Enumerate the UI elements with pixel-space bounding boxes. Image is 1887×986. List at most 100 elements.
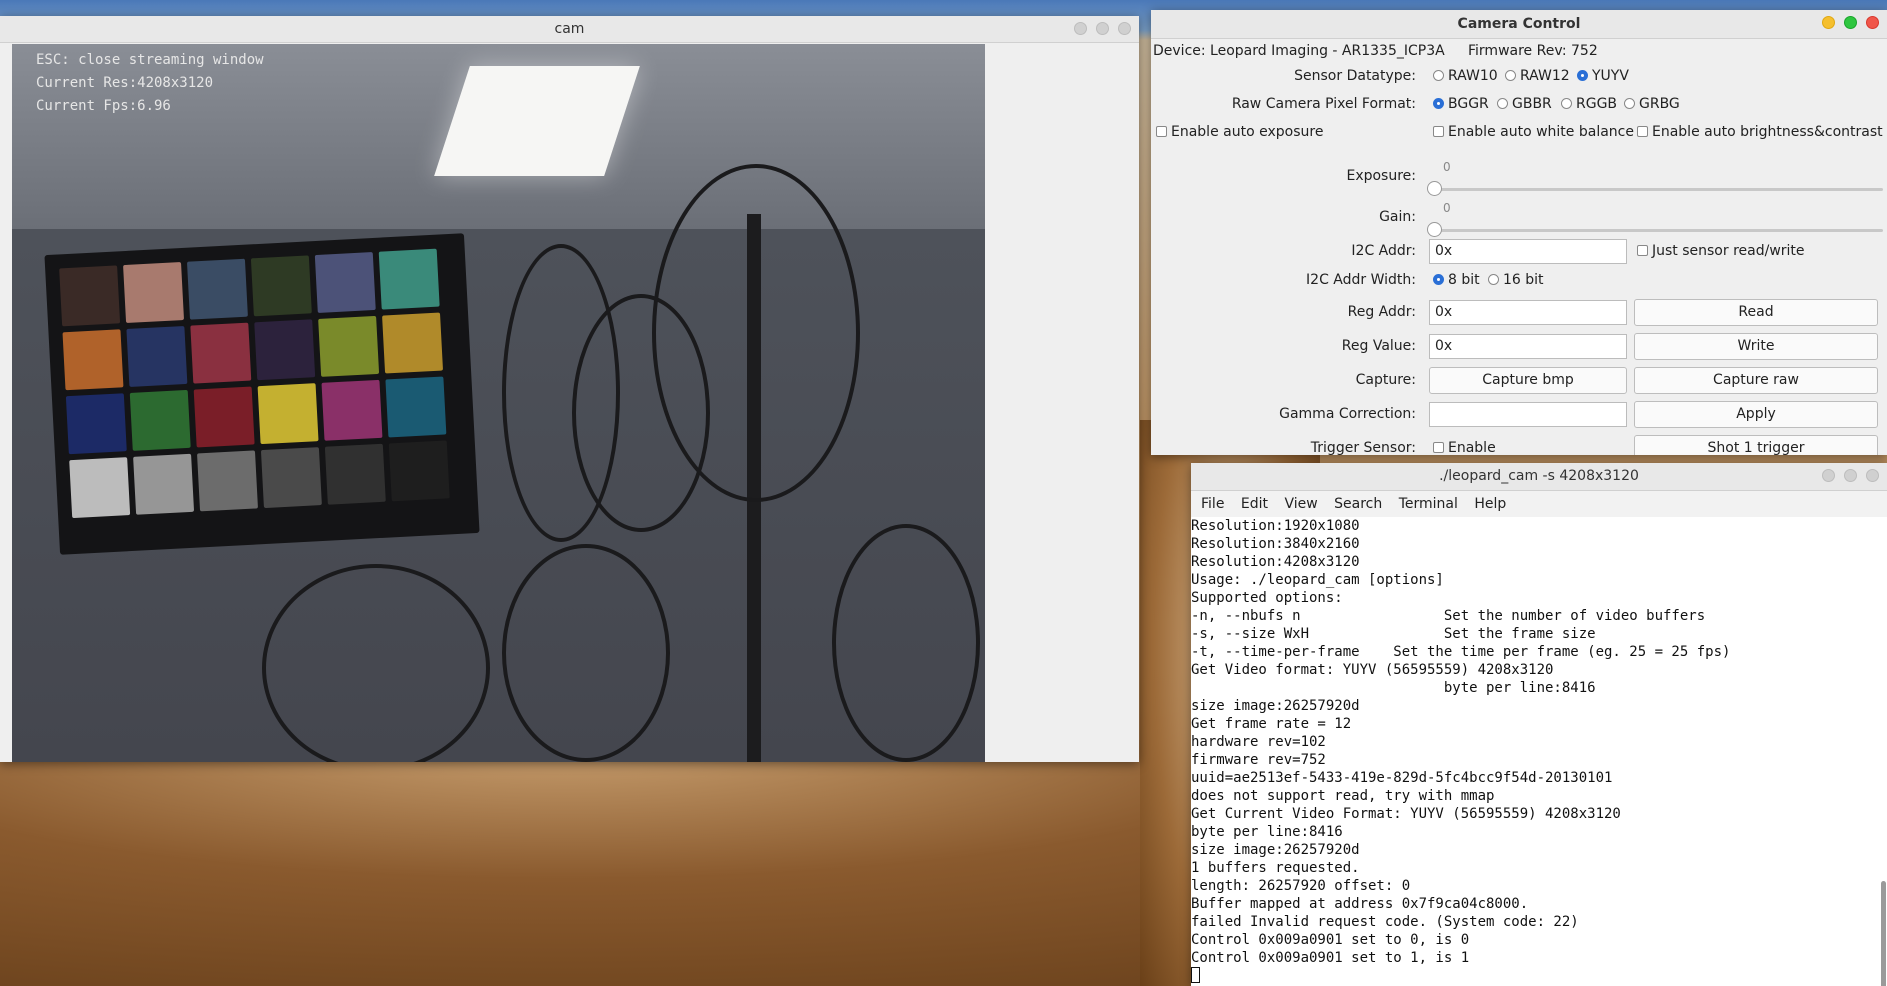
apply-button[interactable]: Apply [1634,401,1878,428]
terminal-line: -t, --time-per-frame Set the time per fr… [1191,644,1731,660]
color-patch [254,319,316,381]
auto-exposure-checkbox[interactable]: Enable auto exposure [1156,124,1323,140]
color-patch [126,325,188,387]
maximize-button[interactable] [1844,16,1857,29]
capture-bmp-button[interactable]: Capture bmp [1429,367,1627,394]
maximize-button[interactable] [1844,469,1857,482]
shot-trigger-button[interactable]: Shot 1 trigger [1634,435,1878,455]
menu-search[interactable]: Search [1334,496,1382,512]
radio-raw10[interactable]: RAW10 [1433,68,1498,84]
exposure-slider[interactable] [1427,181,1883,196]
color-patch [133,453,195,515]
terminal-titlebar[interactable]: ./leopard_cam -s 4208x3120 [1191,463,1887,491]
menu-terminal[interactable]: Terminal [1399,496,1458,512]
terminal-line: byte per line:8416 [1191,824,1343,840]
menu-help[interactable]: Help [1474,496,1506,512]
radio-gbbr-label: GBBR [1512,96,1552,112]
radio-raw10-label: RAW10 [1448,68,1498,84]
gain-slider-handle[interactable] [1427,222,1442,237]
color-patch [388,440,450,502]
overlay-esc-hint: ESC: close streaming window [36,52,264,68]
gamma-input[interactable] [1429,402,1627,427]
minimize-button[interactable] [1074,22,1087,35]
just-sensor-label: Just sensor read/write [1652,243,1805,259]
color-patch [318,315,380,377]
stream-cable [652,164,860,502]
write-button[interactable]: Write [1634,333,1878,360]
radio-16bit-label: 16 bit [1503,272,1544,288]
radio-raw12[interactable]: RAW12 [1505,68,1570,84]
terminal-scrollbar[interactable] [1881,881,1886,986]
minimize-button[interactable] [1822,16,1835,29]
terminal-window: ./leopard_cam -s 4208x3120 File Edit Vie… [1191,463,1887,986]
terminal-line: Supported options: [1191,590,1343,606]
gain-slider[interactable] [1427,222,1883,237]
color-patch [378,248,440,310]
terminal-line: 1 buffers requested. [1191,860,1360,876]
color-patch [321,379,383,441]
color-patch [324,443,386,505]
i2c-addr-label: I2C Addr: [1351,243,1416,259]
trigger-enable-label: Enable [1448,440,1496,455]
terminal-line: Get frame rate = 12 [1191,716,1352,732]
cam-window: cam ESC: close streaming window Current … [0,16,1139,762]
radio-grbg[interactable]: GRBG [1624,96,1680,112]
radio-gbbr[interactable]: GBBR [1497,96,1552,112]
i2c-addr-input[interactable]: 0x [1429,239,1627,264]
radio-16bit[interactable]: 16 bit [1488,272,1544,288]
color-patch [65,393,127,455]
capture-raw-button[interactable]: Capture raw [1634,367,1878,394]
close-button[interactable] [1118,22,1131,35]
radio-8bit-label: 8 bit [1448,272,1480,288]
terminal-line: size image:26257920d [1191,842,1360,858]
exposure-label: Exposure: [1346,168,1416,184]
just-sensor-checkbox[interactable]: Just sensor read/write [1637,243,1805,259]
auto-white-balance-label: Enable auto white balance [1448,124,1634,140]
radio-yuyv[interactable]: YUYV [1577,68,1629,84]
radio-rggb-label: RGGB [1576,96,1618,112]
auto-brightness-label: Enable auto brightness&contrast [1652,124,1883,140]
radio-grbg-label: GRBG [1639,96,1680,112]
color-patch [260,447,322,509]
terminal-line: Control 0x009a0901 set to 1, is 1 [1191,950,1470,966]
auto-white-balance-checkbox[interactable]: Enable auto white balance [1433,124,1634,140]
camera-stream-view: ESC: close streaming window Current Res:… [12,44,985,762]
minimize-button[interactable] [1822,469,1835,482]
terminal-line: Get Current Video Format: YUYV (56595559… [1191,806,1621,822]
color-patch [123,262,185,324]
cam-titlebar[interactable]: cam [0,16,1139,43]
reg-value-input[interactable]: 0x [1429,334,1627,359]
terminal-line: firmware rev=752 [1191,752,1326,768]
terminal-line: Usage: ./leopard_cam [options] [1191,572,1444,588]
terminal-output[interactable]: Resolution:1920x1080 Resolution:3840x216… [1191,517,1887,986]
capture-label: Capture: [1355,372,1416,388]
terminal-line: uuid=ae2513ef-5433-419e-829d-5fc4bcc9f54… [1191,770,1613,786]
reg-addr-input[interactable]: 0x [1429,300,1627,325]
radio-bggr[interactable]: BGGR [1433,96,1489,112]
gamma-label: Gamma Correction: [1279,406,1416,422]
radio-yuyv-label: YUYV [1592,68,1629,84]
exposure-slider-handle[interactable] [1427,181,1442,196]
menu-edit[interactable]: Edit [1241,496,1268,512]
radio-8bit[interactable]: 8 bit [1433,272,1480,288]
color-patch [193,386,255,448]
auto-brightness-checkbox[interactable]: Enable auto brightness&contrast [1637,124,1883,140]
read-button[interactable]: Read [1634,299,1878,326]
camera-control-titlebar[interactable]: Camera Control [1151,10,1887,39]
maximize-button[interactable] [1096,22,1109,35]
trigger-enable-checkbox[interactable]: Enable [1433,440,1496,455]
device-label: Device: Leopard Imaging - AR1335_ICP3A [1153,43,1445,59]
stream-ceiling-light [434,66,640,176]
menu-view[interactable]: View [1284,496,1317,512]
radio-rggb[interactable]: RGGB [1561,96,1617,112]
close-button[interactable] [1866,469,1879,482]
i2c-width-label: I2C Addr Width: [1306,272,1416,288]
terminal-line: -n, --nbufs n Set the number of video bu… [1191,608,1706,624]
terminal-menubar: File Edit View Search Terminal Help [1191,491,1887,518]
terminal-line: length: 26257920 offset: 0 [1191,878,1411,894]
close-button[interactable] [1866,16,1879,29]
menu-file[interactable]: File [1201,496,1224,512]
auto-exposure-label: Enable auto exposure [1171,124,1324,140]
reg-value-label: Reg Value: [1341,338,1416,354]
terminal-line: Get Video format: YUYV (56595559) 4208x3… [1191,662,1554,678]
